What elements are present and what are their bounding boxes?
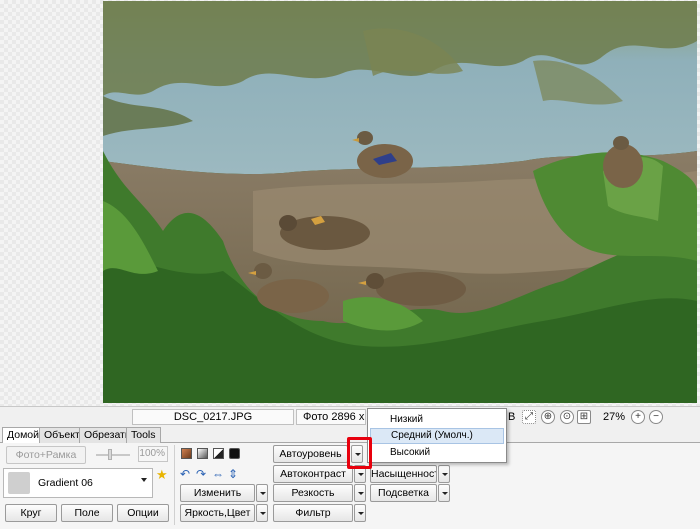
tab-object[interactable]: Объект <box>39 427 85 443</box>
chevron-down-icon <box>141 478 147 482</box>
brightness-color-button[interactable]: Яркость,Цвет <box>180 504 255 522</box>
image-viewer[interactable] <box>0 0 700 406</box>
sharpness-button[interactable]: Резкость <box>273 484 353 502</box>
photo-canvas[interactable] <box>103 1 697 403</box>
rotate-left-icon[interactable]: ↶ <box>180 467 190 481</box>
gradient-preview <box>8 472 30 494</box>
menu-item-medium-default[interactable]: Средний (Умолч.) <box>370 428 504 444</box>
change-dropdown-button[interactable] <box>256 484 268 502</box>
status-image-info: Фото 2896 x 1 <box>296 409 366 425</box>
negative-icon[interactable] <box>229 448 240 459</box>
flip-vertical-icon[interactable]: ⇕ <box>228 467 238 481</box>
backlight-button[interactable]: Подсветка <box>370 484 437 502</box>
flip-horizontal-icon[interactable]: ⇔ <box>212 467 224 481</box>
tab-home[interactable]: Домой <box>2 427 44 444</box>
sharpness-dropdown-button[interactable] <box>354 484 366 502</box>
auto-level-button[interactable]: Автоуровень <box>273 445 348 463</box>
menu-item-low[interactable]: Низкий <box>370 412 504 428</box>
grayscale-icon[interactable] <box>197 448 208 459</box>
sepia-icon[interactable] <box>181 448 192 459</box>
brightness-color-dropdown-button[interactable] <box>256 504 268 522</box>
saturation-button[interactable]: Насыщенность <box>370 465 437 483</box>
change-button[interactable]: Изменить <box>180 484 255 502</box>
filter-button[interactable]: Фильтр <box>273 504 353 522</box>
rotate-right-icon[interactable]: ↷ <box>196 467 206 481</box>
panel-divider <box>174 445 175 525</box>
status-bar: DSC_0217.JPG Фото 2896 x 1 B ⤢ ⊕ ⊙ ⊞ 27%… <box>0 406 700 426</box>
opacity-slider-thumb[interactable] <box>108 449 112 460</box>
circle-button[interactable]: Круг <box>5 504 57 522</box>
duck-photo <box>103 1 697 403</box>
highlight-box <box>347 437 372 469</box>
gradient-select[interactable]: Gradient 06 <box>3 468 153 498</box>
zoom-out-icon[interactable]: − <box>649 410 663 424</box>
field-button[interactable]: Поле <box>61 504 113 522</box>
zoom-level: 27% <box>603 411 626 423</box>
fit-screen-icon[interactable]: ⤢ <box>522 410 536 424</box>
gradient-name: Gradient 06 <box>38 477 93 489</box>
star-icon[interactable]: ★ <box>156 467 168 483</box>
zoom-actual-icon[interactable]: ⊕ <box>541 410 555 424</box>
auto-level-strength-menu: Низкий Средний (Умолч.) Высокий <box>367 408 507 463</box>
tab-tools[interactable]: Tools <box>126 427 161 443</box>
zoom-in-icon[interactable]: + <box>631 410 645 424</box>
zoom-fit-icon[interactable]: ⊞ <box>577 410 591 424</box>
photo-frame-button[interactable]: Фото+Рамка <box>6 446 86 464</box>
auto-contrast-button[interactable]: Автоконтраст <box>273 465 353 483</box>
black-white-icon[interactable] <box>213 448 224 459</box>
backlight-dropdown-button[interactable] <box>438 484 450 502</box>
options-button[interactable]: Опции <box>117 504 169 522</box>
status-info-tail: B <box>508 411 516 423</box>
zoom-window-icon[interactable]: ⊙ <box>560 410 574 424</box>
menu-item-high[interactable]: Высокий <box>370 445 504 461</box>
opacity-value[interactable]: 100% <box>138 446 168 462</box>
saturation-dropdown-button[interactable] <box>438 465 450 483</box>
status-filename: DSC_0217.JPG <box>132 409 294 425</box>
filter-dropdown-button[interactable] <box>354 504 366 522</box>
opacity-slider[interactable] <box>96 454 130 456</box>
